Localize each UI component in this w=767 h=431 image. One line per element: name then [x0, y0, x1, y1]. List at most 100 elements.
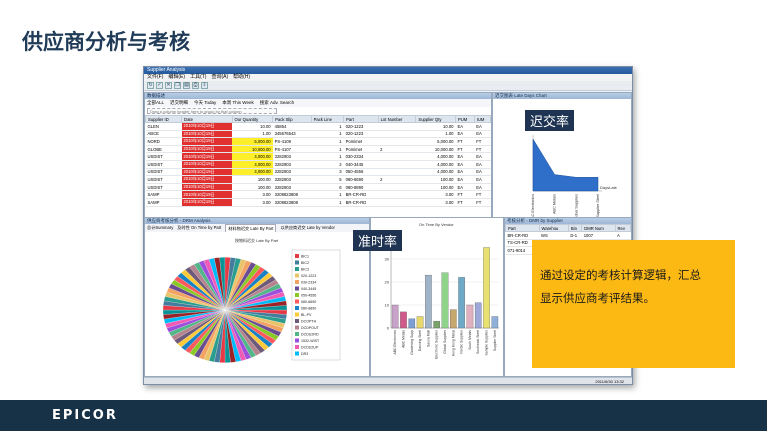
- menu-help[interactable]: 帮助(H): [233, 74, 250, 81]
- table-row[interactable]: USDIST 2010年10月19日 4,000.00 3282903 1 030-233…: [145, 152, 491, 161]
- tab-this-week[interactable]: 本周 This Week: [222, 99, 253, 107]
- table-row[interactable]: GLEN 2010年10月19日 10.00 45854 1 020-1223 10.00 E…: [145, 122, 491, 131]
- legend-swatch: [295, 293, 299, 297]
- table-row[interactable]: GLOBE 2010年10月19日 10,000.00 PS-4107 1 Pomimet…: [145, 145, 491, 154]
- table-cell: EA: [455, 183, 475, 192]
- table-cell: 1: [311, 137, 344, 146]
- bar-chart-title: On Time By Vendor: [419, 222, 454, 227]
- export-icon[interactable]: ⇩: [201, 82, 208, 89]
- table-cell: 080-6690: [343, 175, 379, 184]
- column-header[interactable]: Part: [505, 224, 540, 232]
- column-header[interactable]: Part: [343, 115, 379, 123]
- table-cell: 100.00: [232, 183, 273, 192]
- status-bar: 2011/6/30 13:32: [144, 377, 632, 384]
- group-by-drop-area[interactable]: Drag a column header here to group by th…: [147, 108, 277, 114]
- column-header[interactable]: PUM: [454, 115, 475, 123]
- table-row[interactable]: USDIST 2010年10月19日 4,000.00 3282903 3 050-455…: [145, 168, 491, 177]
- column-header[interactable]: Rev: [614, 224, 632, 232]
- table-cell: 4,000.00: [232, 160, 273, 169]
- table-cell: FT: [474, 198, 491, 207]
- column-header[interactable]: Our Quantity: [231, 115, 274, 123]
- column-header[interactable]: Supplier ID: [144, 115, 183, 123]
- ontime-rate-label: 准时率: [353, 230, 403, 251]
- bar: [425, 274, 432, 329]
- table-cell: 1: [311, 190, 344, 199]
- x-tick-label: Southeast Steel: [476, 330, 480, 354]
- table-row[interactable]: USDIST 2010年10月19日 4,000.00 3282903 2 040-344…: [145, 160, 491, 169]
- column-header[interactable]: Lot Number: [377, 115, 417, 123]
- column-header[interactable]: Warehou: [538, 224, 569, 232]
- table-row[interactable]: ABCE 2010年10月19日 1.00 345676543 1 020-1223 1.0…: [145, 130, 491, 139]
- copy-icon[interactable]: ❐: [174, 82, 181, 89]
- refresh-icon[interactable]: ↻: [147, 82, 154, 89]
- menu-tools[interactable]: 工具(T): [190, 74, 206, 81]
- table-cell: EA: [455, 152, 475, 161]
- tab-ontime-by-part[interactable]: 及时性 On Time by Part: [177, 224, 221, 232]
- legend-swatch: [295, 332, 299, 336]
- table-row[interactable]: USDIST 2010年10月19日 100.00 3282903 5 080-6690 2…: [145, 175, 491, 184]
- column-header[interactable]: IUM: [473, 115, 492, 123]
- table-cell: 4,000.00: [232, 152, 273, 161]
- legend-entry: BL-PV: [301, 313, 312, 317]
- table-cell: 020-1223: [343, 130, 379, 139]
- table-cell: 100.00: [232, 175, 273, 184]
- tab-summary[interactable]: 总计Summary: [147, 224, 173, 232]
- table-cell: 3282903: [272, 168, 312, 177]
- table-row[interactable]: USDIST 2010年10月19日 100.00 3282903 6 080-8890 1…: [145, 183, 491, 192]
- tab-late-detail[interactable]: 迟交明细: [170, 99, 188, 107]
- tab-late-by-part[interactable]: 材料物迟交 Late By Part: [225, 224, 277, 232]
- menu-edit[interactable]: 编辑(E): [168, 74, 185, 81]
- menu-file[interactable]: 文件(F): [147, 74, 163, 81]
- bar: [483, 247, 490, 329]
- legend-entry: DCDU2RD: [301, 333, 319, 337]
- tab-late-by-vendor[interactable]: 以供应商迟交 Late by Vendor: [280, 224, 334, 232]
- table-cell: USDIST: [145, 175, 182, 184]
- menu-query[interactable]: 查询(A): [211, 74, 228, 81]
- legend-swatch: [295, 286, 299, 291]
- table-cell: [378, 190, 416, 199]
- legend-swatch: [295, 312, 299, 317]
- tab-all[interactable]: 全部ALL: [147, 99, 164, 107]
- table-cell: 10,000.00: [415, 145, 456, 154]
- column-header[interactable]: Date: [181, 115, 233, 123]
- column-header[interactable]: Pack Line: [310, 115, 345, 123]
- table-row[interactable]: BR-CR-RD WS D-1 1007 A: [505, 231, 631, 240]
- pie-legend-box: [291, 249, 341, 361]
- table-cell: USDIST: [145, 168, 182, 177]
- column-header[interactable]: DMR Num: [581, 224, 616, 232]
- delete-icon[interactable]: ✕: [165, 82, 172, 89]
- table-cell: 3282903: [272, 175, 312, 184]
- toolbar: ↻ ✓ ✕ ❐ ▤ ⎙ ⇩: [144, 81, 632, 91]
- table-cell: [378, 130, 416, 139]
- table-cell: 6: [311, 183, 344, 192]
- table-row[interactable]: NORD 2010年10月19日 5,000.00 PS-4109 1 Pomimet 5,…: [145, 137, 491, 146]
- check-icon[interactable]: ✓: [156, 82, 163, 89]
- window-titlebar: Supplier Analysis: [144, 67, 632, 74]
- legend-entry: DCDPOUT: [301, 326, 320, 330]
- table-cell: SAMP: [145, 190, 182, 199]
- table-cell: 2010年10月19日: [181, 175, 232, 184]
- x-tick-label: Nordic Supplies: [460, 330, 464, 354]
- print-icon[interactable]: ⎙: [192, 82, 199, 89]
- x-tick-label: ABC Electronics: [393, 330, 397, 355]
- bar: [400, 311, 407, 329]
- table-cell: 10,000.00: [232, 145, 273, 154]
- table-cell: 3.00: [232, 198, 273, 207]
- column-header[interactable]: Pack Slip: [272, 115, 312, 123]
- tab-today[interactable]: 今天 Today: [194, 99, 216, 107]
- y-tick-label: 0: [387, 326, 390, 331]
- column-header[interactable]: Supplier Qty: [415, 115, 456, 123]
- table-cell: 3208823808: [272, 190, 312, 199]
- table-row[interactable]: SAMP 2010年10月19日 3.00 3208823808 1 BR-CR-RD 3.…: [145, 190, 491, 199]
- x-tick-label: Hong Kong Metal: [451, 330, 455, 356]
- table-cell: 2010年10月19日: [181, 190, 232, 199]
- status-date: 2011/6/30: [595, 379, 613, 384]
- x-tick-label: Dancing Steel: [418, 330, 422, 351]
- legend-entry: 020-1223: [301, 274, 316, 278]
- table-cell: FT: [455, 145, 475, 154]
- paste-icon[interactable]: ▤: [183, 82, 190, 89]
- tab-adv-search[interactable]: 搜索 Adv. Search: [260, 99, 294, 107]
- column-header[interactable]: Bin: [567, 224, 583, 232]
- table-row[interactable]: SAMP 2010年10月19日 3.00 3208823808 1 BR-CR-RD 3.…: [145, 198, 491, 207]
- table-cell: 3282903: [272, 183, 312, 192]
